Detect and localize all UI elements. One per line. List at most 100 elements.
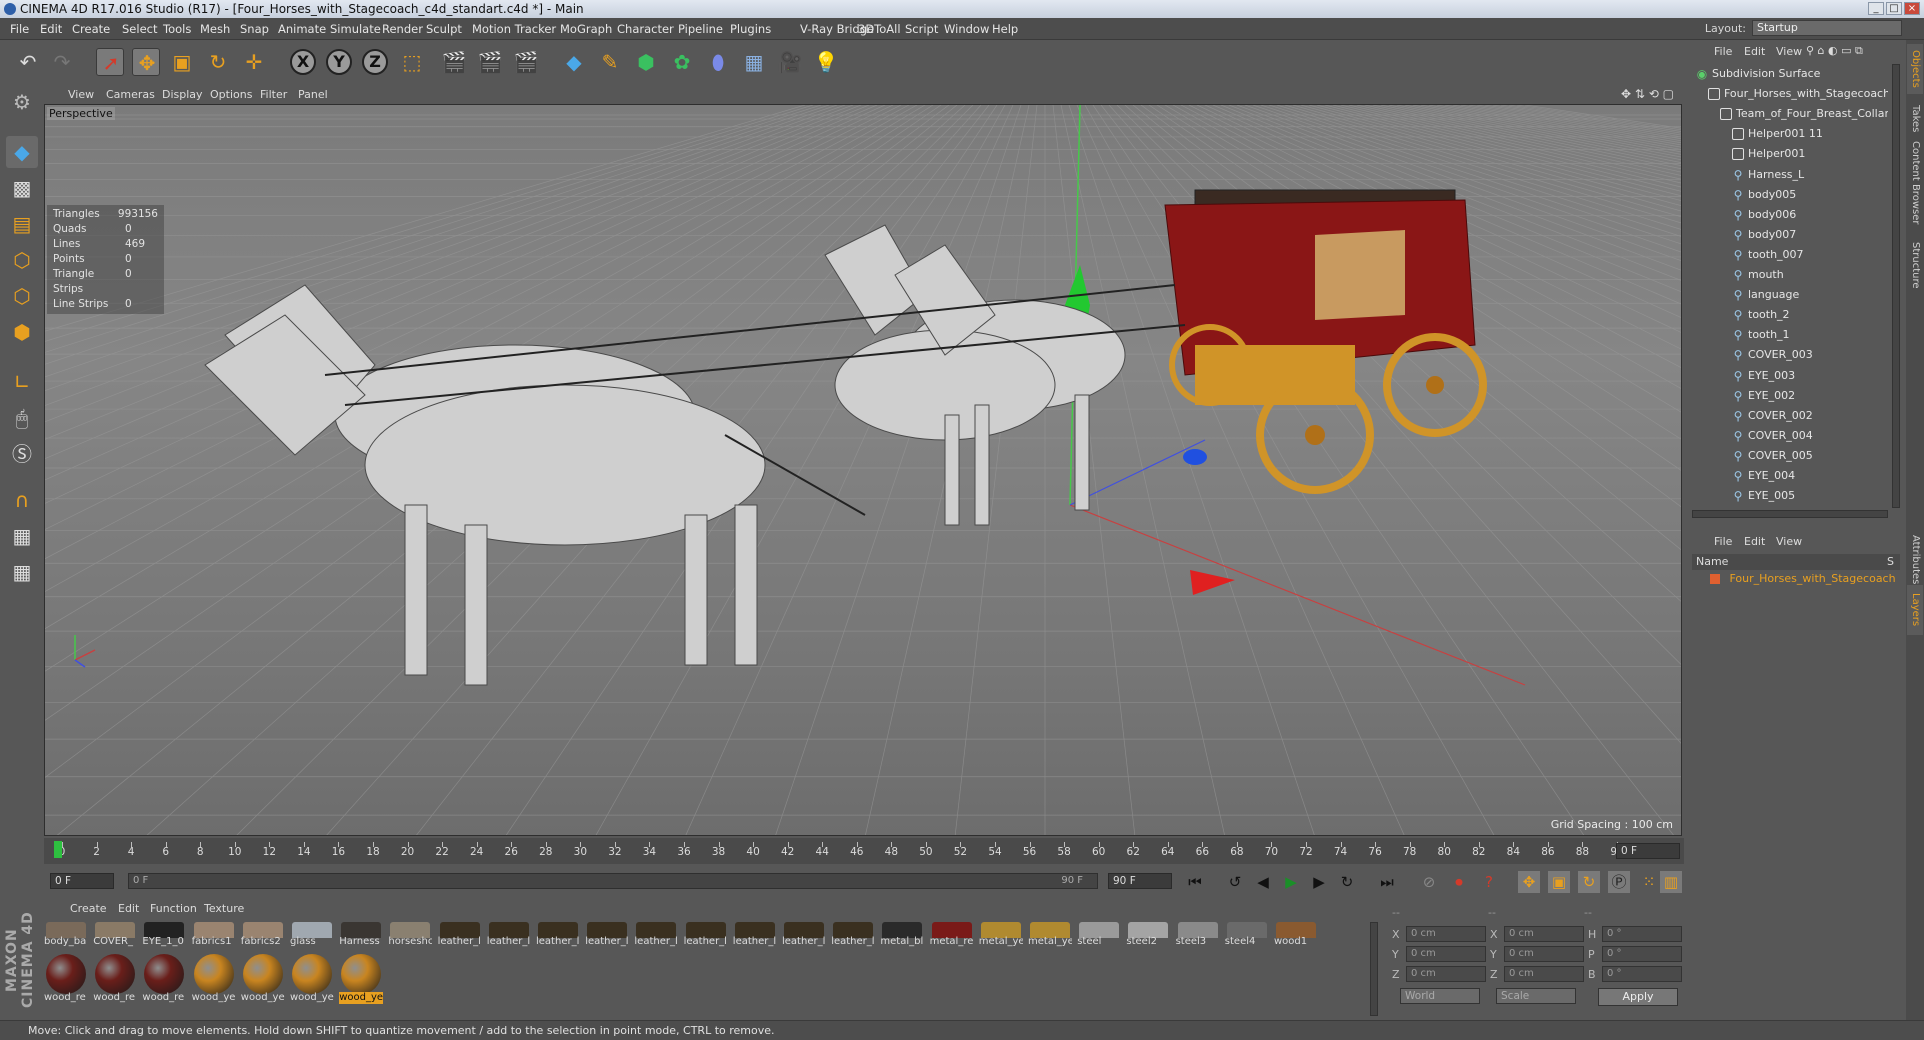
material-menu-create[interactable]: Create <box>70 902 107 915</box>
maximize-button[interactable]: □ <box>1886 2 1902 15</box>
light-button[interactable]: 💡 <box>812 48 840 76</box>
timeline-ruler[interactable]: 0 2 4 6 8 10 12 14 16 18 20 22 24 26 28 30 32 34 36 38 40 42 4… <box>44 838 1684 864</box>
object-menu-edit[interactable]: Edit <box>1744 45 1765 58</box>
material-ball[interactable]: wood_re <box>44 952 88 1004</box>
material-swatch[interactable]: metal_bl <box>880 920 924 950</box>
material-swatch[interactable]: EYE_1_0 <box>142 920 186 950</box>
material-ball[interactable]: wood_ye <box>192 952 236 1004</box>
layer-item[interactable]: Four_Horses_with_Stagecoach <box>1710 572 1896 585</box>
workplane-mode-button[interactable]: ▤ <box>6 208 38 240</box>
tree-item[interactable]: Helper001 11 <box>1688 124 1888 144</box>
material-menu-edit[interactable]: Edit <box>118 902 139 915</box>
tree-item[interactable]: ⚲ Harness_L <box>1688 165 1888 185</box>
record-parameter-button[interactable]: Ⓟ <box>1608 871 1630 893</box>
live-selection-button[interactable]: ➚ <box>96 48 124 76</box>
current-frame-field[interactable]: 0 F <box>1616 843 1680 859</box>
z-axis-lock-button[interactable]: Z <box>362 49 388 75</box>
apply-button[interactable]: Apply <box>1598 988 1678 1006</box>
tree-item[interactable]: ⚲ tooth_2 <box>1688 305 1888 325</box>
material-menu-function[interactable]: Function <box>150 902 197 915</box>
material-swatch[interactable]: leather_l <box>733 920 777 950</box>
material-swatch[interactable]: metal_ye <box>979 920 1023 950</box>
material-swatch[interactable]: steel2 <box>1126 920 1170 950</box>
viewport-menu-panel[interactable]: Panel <box>298 88 328 101</box>
texture-mode-button[interactable]: ▩ <box>6 172 38 204</box>
tree-item[interactable]: Four_Horses_with_Stagecoach <box>1688 84 1888 104</box>
make-editable-button[interactable]: ⚙ <box>6 86 38 118</box>
material-menu-texture[interactable]: Texture <box>204 902 244 915</box>
tree-item[interactable]: ⚲ COVER_002 <box>1688 406 1888 426</box>
material-swatch[interactable]: steel <box>1077 920 1121 950</box>
tree-item[interactable]: ◉ Subdivision Surface <box>1688 64 1888 84</box>
material-swatch[interactable]: steel4 <box>1225 920 1269 950</box>
material-swatch[interactable]: leather_l <box>782 920 826 950</box>
viewport-menu-cameras[interactable]: Cameras <box>106 88 155 101</box>
tree-item[interactable]: ⚲ COVER_005 <box>1688 446 1888 466</box>
menu-tools[interactable]: Tools <box>163 22 191 36</box>
menu-render[interactable]: Render <box>382 22 423 36</box>
spline-pen-button[interactable]: ✎ <box>596 48 624 76</box>
menu-animate[interactable]: Animate <box>278 22 326 36</box>
coords-value-field[interactable]: 0 cm <box>1504 966 1584 982</box>
vtab-content-browser[interactable]: Content Browser <box>1907 140 1923 226</box>
material-swatch[interactable]: leather_l <box>438 920 482 950</box>
playhead-marker[interactable] <box>54 841 62 858</box>
minimize-button[interactable]: _ <box>1868 2 1884 15</box>
layer-menu-file[interactable]: File <box>1714 535 1732 548</box>
next-frame-button[interactable]: ▶ <box>1308 871 1330 893</box>
vtab-structure[interactable]: Structure <box>1907 230 1923 300</box>
deformer-button[interactable]: ⬮ <box>704 48 732 76</box>
keyframe-selection-button[interactable]: ? <box>1478 871 1500 893</box>
menu-file[interactable]: File <box>10 22 29 36</box>
menu-help[interactable]: Help <box>992 22 1018 36</box>
tree-item[interactable]: ⚲ body007 <box>1688 225 1888 245</box>
menu-script[interactable]: Script <box>905 22 938 36</box>
autokey-button[interactable]: ⏺ <box>1448 871 1470 893</box>
coords-value-field[interactable]: 0 cm <box>1504 926 1584 942</box>
coords-value-field[interactable]: 0 cm <box>1406 946 1486 962</box>
rotate-tool-button[interactable]: ↻ <box>204 48 232 76</box>
menu-window[interactable]: Window <box>944 22 989 36</box>
menu-edit[interactable]: Edit <box>40 22 62 36</box>
material-swatch[interactable]: leather_l <box>634 920 678 950</box>
tree-item[interactable]: ⚲ body005 <box>1688 185 1888 205</box>
material-swatch[interactable]: metal_ye <box>1028 920 1072 950</box>
camera-button[interactable]: 🎥 <box>776 48 804 76</box>
close-button[interactable]: × <box>1904 2 1920 15</box>
tweak-mode-button[interactable]: 🖱 <box>6 402 38 434</box>
coordinate-system-button[interactable]: ⬚ <box>398 48 426 76</box>
record-position-button[interactable]: ✥ <box>1518 871 1540 893</box>
tree-item[interactable]: ⚲ COVER_003 <box>1688 345 1888 365</box>
object-menu-view[interactable]: View <box>1776 45 1802 58</box>
material-swatch[interactable]: leather_l <box>831 920 875 950</box>
menu-sculpt[interactable]: Sculpt <box>426 22 462 36</box>
planar-workplane-button[interactable]: ▦ <box>6 556 38 588</box>
tree-item[interactable]: ⚲ tooth_1 <box>1688 325 1888 345</box>
material-ball[interactable]: wood_ye <box>339 952 384 1004</box>
previous-frame-button[interactable]: ◀ <box>1252 871 1274 893</box>
scale-dropdown[interactable]: Scale <box>1496 988 1576 1004</box>
tree-item[interactable]: ⚲ EYE_003 <box>1688 366 1888 386</box>
viewport-menu-filter[interactable]: Filter <box>260 88 287 101</box>
menu-select[interactable]: Select <box>122 22 157 36</box>
world-dropdown[interactable]: World <box>1400 988 1480 1004</box>
tree-item[interactable]: ⚲ language <box>1688 285 1888 305</box>
render-picture-viewer-button[interactable]: 🎬 <box>476 48 504 76</box>
snap-button[interactable]: Ⓢ <box>6 438 38 470</box>
vtab-attributes[interactable]: Attributes <box>1907 535 1923 584</box>
vtab-takes[interactable]: Takes <box>1907 100 1923 138</box>
coords-value-field[interactable]: 0 cm <box>1406 926 1486 942</box>
model-mode-button[interactable]: ◆ <box>6 136 38 168</box>
preview-range-slider[interactable]: 0 F 90 F <box>128 873 1098 889</box>
material-ball[interactable]: wood_ye <box>241 952 285 1004</box>
menu-plugins[interactable]: Plugins <box>730 22 771 36</box>
material-ball[interactable]: wood_re <box>142 952 186 1004</box>
record-point-level-button[interactable]: ⁙ <box>1638 871 1660 893</box>
menu-snap[interactable]: Snap <box>240 22 269 36</box>
lock-workplane-button[interactable]: ▦ <box>6 520 38 552</box>
material-swatch[interactable]: fabrics1 <box>192 920 236 950</box>
magnet-button[interactable]: ∩ <box>6 484 38 516</box>
object-menu-file[interactable]: File <box>1714 45 1732 58</box>
menu-motion-tracker[interactable]: Motion Tracker <box>472 22 556 36</box>
cloner-button[interactable]: ✿ <box>668 48 696 76</box>
